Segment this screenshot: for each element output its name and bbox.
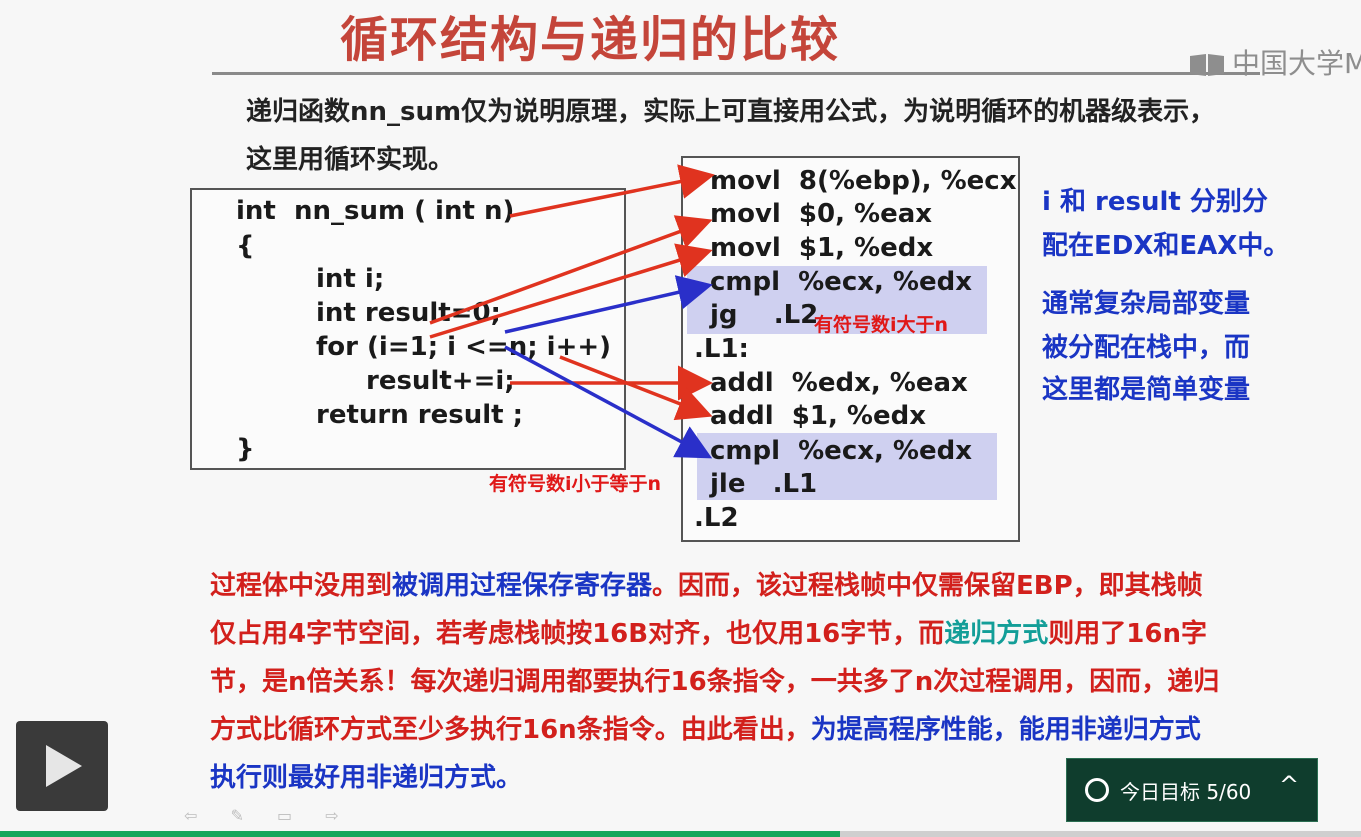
para-red: 过程体中没用到: [210, 571, 393, 601]
progress-ring-icon: [1085, 778, 1109, 802]
chevron-up-icon[interactable]: ^: [1279, 771, 1299, 799]
daily-goal-widget[interactable]: 今日目标 5/60 ^: [1066, 758, 1318, 822]
side-note-line: 配在EDX和EAX中。: [1042, 231, 1290, 261]
side-note-line: 这里都是简单变量: [1042, 375, 1251, 405]
arrow-n-to-ecx: [509, 164, 715, 218]
para-blue: 被调用过程保存寄存器: [392, 571, 653, 601]
play-button[interactable]: [16, 721, 108, 811]
para-teal: 递归方式: [944, 619, 1049, 649]
side-note-line: i 和 result 分别分: [1042, 187, 1268, 217]
arrow-inc-to-addl: [559, 355, 713, 421]
slide-nav-controls[interactable]: ⇦ ✎ ▭ ⇨: [184, 806, 353, 825]
arrow-cond-to-jg: [504, 275, 713, 334]
side-note-line: 被分配在栈中，而: [1042, 333, 1251, 363]
video-progress-bar[interactable]: [0, 831, 1361, 837]
side-note-line: 通常复杂局部变量: [1042, 289, 1251, 319]
play-icon: [46, 745, 82, 787]
goal-label: 今日目标 5/60: [1120, 780, 1252, 804]
progress-fill: [0, 831, 840, 837]
arrow-result-to-eax: [429, 215, 713, 325]
